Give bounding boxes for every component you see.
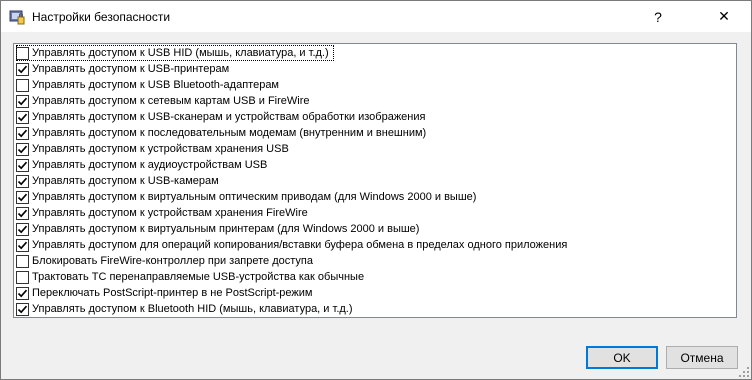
checkbox-checked[interactable]	[16, 158, 29, 172]
app-icon	[9, 10, 25, 25]
option-label: Управлять доступом для операций копирова…	[32, 239, 568, 251]
option-label: Управлять доступом к USB-сканерам и устр…	[32, 111, 426, 123]
checkmark-icon	[17, 225, 28, 233]
window-title: Настройки безопасности	[32, 10, 171, 24]
option-label: Управлять доступом к последовательным мо…	[32, 127, 427, 139]
checkbox-checked[interactable]	[16, 110, 29, 124]
checkbox-checked[interactable]	[16, 174, 29, 188]
checkmark-icon	[17, 97, 28, 105]
checkmark-icon	[17, 241, 28, 249]
option-label: Управлять доступом к устройствам хранени…	[32, 143, 289, 155]
option-row[interactable]: Управлять доступом к устройствам хранени…	[16, 141, 732, 157]
help-icon: ?	[654, 8, 662, 25]
checkbox-checked[interactable]	[16, 126, 29, 140]
help-button[interactable]: ?	[635, 1, 681, 32]
option-label: Блокировать FireWire-контроллер при запр…	[32, 255, 313, 267]
checkbox-checked[interactable]	[16, 222, 29, 236]
option-label: Управлять доступом к аудиоустройствам US…	[32, 159, 268, 171]
option-label: Трактовать ТС перенаправляемые USB-устро…	[32, 271, 365, 283]
checkbox-unchecked[interactable]	[16, 78, 29, 92]
option-row[interactable]: Управлять доступом к последовательным мо…	[16, 125, 732, 141]
checkbox-checked[interactable]	[16, 238, 29, 252]
checkmark-icon	[17, 129, 28, 137]
checkmark-icon	[17, 65, 28, 73]
checkbox-unchecked[interactable]	[16, 270, 29, 284]
resize-grip-icon[interactable]	[738, 366, 750, 378]
close-button[interactable]: ✕	[701, 1, 747, 32]
option-row[interactable]: Управлять доступом к USB-камерам	[16, 173, 732, 189]
option-row[interactable]: Управлять доступом для операций копирова…	[16, 237, 732, 253]
option-row[interactable]: Управлять доступом к USB Bluetooth-адапт…	[16, 77, 732, 93]
checkbox-checked[interactable]	[16, 142, 29, 156]
option-row[interactable]: Управлять доступом к USB-сканерам и устр…	[16, 109, 732, 125]
option-label: Управлять доступом к сетевым картам USB …	[32, 95, 310, 107]
title-bar[interactable]: Настройки безопасности ? ✕	[1, 1, 751, 32]
option-label: Переключать PostScript-принтер в не Post…	[32, 287, 313, 299]
options-checklist[interactable]: Управлять доступом к USB HID (мышь, клав…	[13, 43, 737, 318]
option-label: Управлять доступом к USB-камерам	[32, 175, 219, 187]
option-label: Управлять доступом к USB-принтерам	[32, 63, 230, 75]
ok-button[interactable]: OK	[586, 346, 658, 369]
checkmark-icon	[17, 161, 28, 169]
option-row[interactable]: Блокировать FireWire-контроллер при запр…	[16, 253, 732, 269]
option-row[interactable]: Управлять доступом к Bluetooth HID (мышь…	[16, 301, 732, 317]
checkbox-unchecked[interactable]	[16, 46, 29, 60]
checkmark-icon	[17, 177, 28, 185]
checkbox-checked[interactable]	[16, 206, 29, 220]
checkbox-checked[interactable]	[16, 190, 29, 204]
checkmark-icon	[17, 305, 28, 313]
checkmark-icon	[17, 145, 28, 153]
checkmark-icon	[17, 209, 28, 217]
checkbox-checked[interactable]	[16, 94, 29, 108]
checkbox-unchecked[interactable]	[16, 254, 29, 268]
cancel-button[interactable]: Отмена	[666, 346, 738, 369]
option-label: Управлять доступом к USB HID (мышь, клав…	[32, 47, 329, 59]
ok-button-label: OK	[613, 350, 631, 365]
option-row[interactable]: Управлять доступом к виртуальным оптичес…	[16, 189, 732, 205]
checkbox-checked[interactable]	[16, 286, 29, 300]
checkmark-icon	[17, 289, 28, 297]
option-row[interactable]: Переключать PostScript-принтер в не Post…	[16, 285, 732, 301]
option-row[interactable]: Управлять доступом к USB-принтерам	[16, 61, 732, 77]
option-label: Управлять доступом к виртуальным оптичес…	[32, 191, 477, 203]
option-row[interactable]: Управлять доступом к виртуальным принтер…	[16, 221, 732, 237]
option-label: Управлять доступом к устройствам хранени…	[32, 207, 308, 219]
option-row[interactable]: Управлять доступом к USB HID (мышь, клав…	[16, 45, 334, 61]
cancel-button-label: Отмена	[680, 350, 724, 365]
option-label: Управлять доступом к Bluetooth HID (мышь…	[32, 303, 353, 315]
checkbox-checked[interactable]	[16, 302, 29, 316]
option-label: Управлять доступом к USB Bluetooth-адапт…	[32, 79, 279, 91]
option-row[interactable]: Трактовать ТС перенаправляемые USB-устро…	[16, 269, 732, 285]
checkmark-icon	[17, 193, 28, 201]
option-label: Управлять доступом к виртуальным принтер…	[32, 223, 420, 235]
security-settings-dialog: Настройки безопасности ? ✕ Управлять дос…	[0, 0, 752, 380]
option-row[interactable]: Управлять доступом к устройствам хранени…	[16, 205, 732, 221]
option-row[interactable]: Управлять доступом к сетевым картам USB …	[16, 93, 732, 109]
checkmark-icon	[17, 113, 28, 121]
close-icon: ✕	[718, 8, 730, 24]
option-row[interactable]: Управлять доступом к аудиоустройствам US…	[16, 157, 732, 173]
checkbox-checked[interactable]	[16, 62, 29, 76]
